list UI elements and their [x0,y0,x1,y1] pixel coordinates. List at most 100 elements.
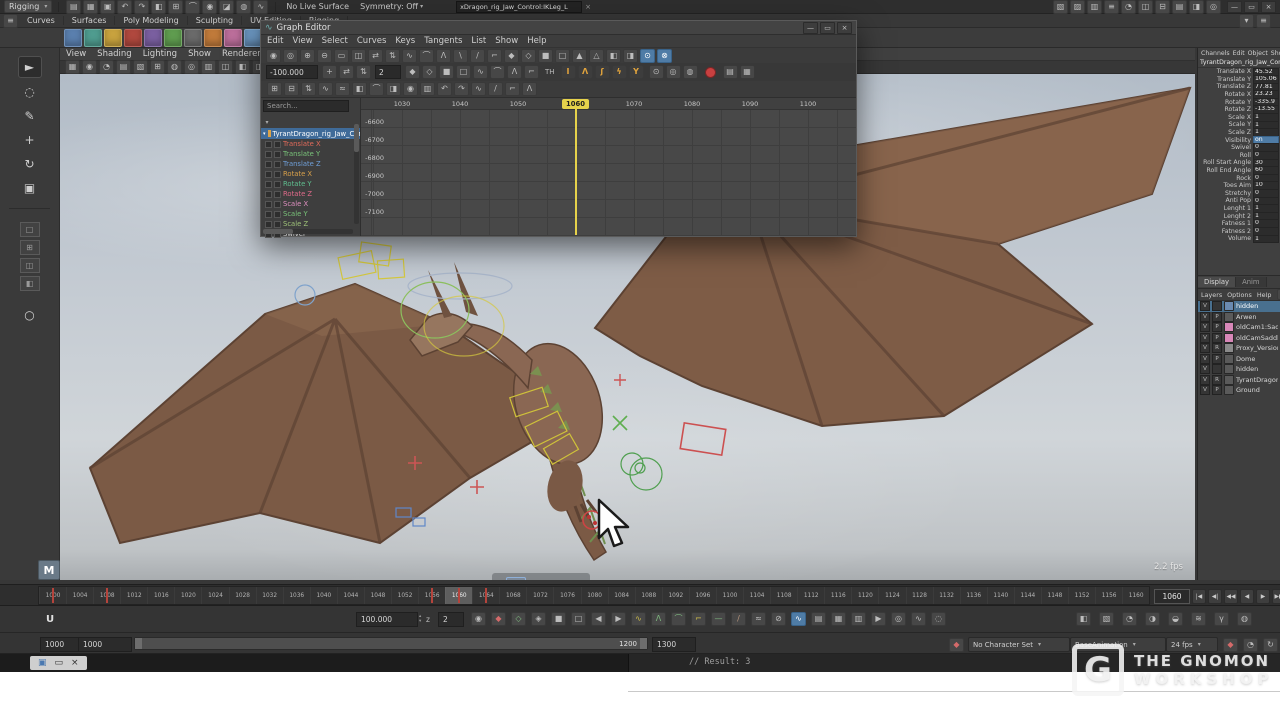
panel-menu[interactable]: Show [188,49,211,59]
lasso-tool-icon[interactable]: ◌ [19,82,41,102]
camera-attributes-icon[interactable]: ◔ [99,60,114,74]
display-layers-icon[interactable]: ≡ [1104,0,1119,14]
current-frame-field[interactable]: 1060 [1154,589,1190,604]
insert-keys-icon[interactable]: ◎ [283,49,298,63]
shelf-tool-icon[interactable] [184,29,202,47]
in-view-editor[interactable]: ▭ ▥ ◨ × [492,573,590,580]
mute-channel-icon[interactable]: ■ [439,65,454,79]
menu-set-dropdown[interactable]: Rigging ▾ [4,0,52,13]
plateau-tangent-icon[interactable]: Υ [629,65,644,79]
close-window-icon[interactable]: × [837,22,852,34]
lattice-deform-keys-icon[interactable]: ⊖ [317,49,332,63]
new-scene-icon[interactable]: ▤ [66,0,81,14]
channel-mute-toggle[interactable] [265,211,272,218]
vertical-scrollbar[interactable] [354,124,359,224]
frame-tick[interactable]: 1084 [608,587,635,604]
frame-playback-icon[interactable]: ⇅ [385,49,400,63]
frame-tick[interactable]: 1120 [851,587,878,604]
expander-icon[interactable]: ▾ [263,131,266,137]
scale-tool-icon[interactable]: ▣ [19,178,41,198]
auto-tangent-icon[interactable]: / [731,612,746,626]
frame-tick[interactable]: 1100 [716,587,743,604]
persp-outliner-layout-icon[interactable]: ◫ [20,258,40,273]
channel-solo-toggle[interactable] [274,211,281,218]
gate-mask-icon[interactable]: ◫ [218,60,233,74]
frame-tick[interactable]: 1060 [445,587,472,604]
frame-tick[interactable]: 1044 [337,587,364,604]
frame-tick[interactable]: 1096 [689,587,716,604]
display-infinity-icon[interactable]: ∿ [318,82,333,96]
frame-tick[interactable]: 1032 [256,587,283,604]
play-forward-button[interactable]: ▶ [1256,589,1270,604]
layer-visibility-toggle[interactable]: V [1200,385,1210,395]
Rotate Z[interactable]: Rotate Z [261,189,360,199]
layer-color-swatch[interactable] [1224,333,1234,343]
two-pane-layout-icon[interactable]: ◧ [20,276,40,291]
graph-editor-plot-area[interactable]: 10301040105010601070108010901100 -6600-6… [361,98,856,236]
mute-record-icon[interactable] [705,67,716,78]
spin-down-icon[interactable]: ▾ [419,620,421,625]
linear-tangent-icon[interactable]: Λ [651,612,666,626]
snap-keys-icon[interactable]: ◆ [405,65,420,79]
Rotate Y[interactable]: Rotate Y [261,179,360,189]
tool-settings-toggle-icon[interactable]: ◎ [1206,0,1221,14]
channel-box-menu[interactable]: Channels [1201,50,1230,57]
layer-menu[interactable]: Options [1227,291,1252,299]
paint-select-tool-icon[interactable]: ✎ [19,106,41,126]
range-end-handle[interactable] [640,638,647,649]
z-value-field[interactable]: 2 [438,612,464,627]
filter-channels-icon[interactable]: ▥ [420,82,435,96]
channel-mute-toggle[interactable] [265,151,272,158]
Translate X[interactable]: Translate X [261,139,360,149]
move-key-icon[interactable]: + [322,65,337,79]
attribute-editor-toggle-icon[interactable]: ◨ [1189,0,1204,14]
restore-window-icon[interactable]: ▭ [1244,1,1259,13]
break-tangents-icon[interactable]: ▲ [572,49,587,63]
ghost-curve-icon[interactable]: Λ [507,65,522,79]
buffer-curve-snapshot-icon[interactable]: ■ [538,49,553,63]
add-keys-icon[interactable]: ⊕ [300,49,315,63]
frame-tick[interactable]: 1016 [147,587,174,604]
layer-display-type-toggle[interactable] [1212,364,1222,374]
frame-tick[interactable]: 1008 [93,587,120,604]
linear-extrapolation-icon[interactable]: / [488,82,503,96]
panel-menu[interactable]: Renderer [222,49,261,59]
shelf-tab[interactable]: Poly Modeling [115,16,187,25]
frame-tick[interactable]: 1160 [1122,587,1149,604]
channel-solo-toggle[interactable] [274,201,281,208]
frame-tick[interactable]: 1028 [229,587,256,604]
panel-menu[interactable]: View [66,49,86,59]
channel-box-menu[interactable]: Edit [1233,50,1245,57]
TyrantDragon_rig_...[interactable]: V R TyrantDragon_rig_... [1198,375,1280,386]
frame-tick[interactable]: 1020 [174,587,201,604]
graph-editor-menu[interactable]: View [292,36,312,46]
minimize-window-icon[interactable]: — [803,22,818,34]
four-pane-layout-icon[interactable]: ⊞ [20,240,40,255]
animation-prefs-icon[interactable]: ◔ [1121,0,1136,14]
frame-tick[interactable]: 1092 [662,587,689,604]
selection-mode-icon[interactable]: ◧ [151,0,166,14]
shelf-tab[interactable]: Curves [19,16,64,25]
undo-icon[interactable]: ↶ [117,0,132,14]
center-current-time-icon[interactable]: ∿ [402,49,417,63]
dope-sheet-toggle-icon[interactable]: ▤ [811,612,826,626]
snap-point-icon[interactable]: ◉ [202,0,217,14]
key-selected-icon[interactable]: ◇ [422,65,437,79]
frame-tick[interactable]: 1012 [120,587,147,604]
time-slider-track[interactable]: 1000100410081012101610201024102810321036… [38,586,1150,605]
linear-tangent-icon[interactable]: Λ [578,65,593,79]
frame-tick[interactable]: 1056 [418,587,445,604]
channel-solo-toggle[interactable] [274,161,281,168]
layer-menu[interactable]: Help [1257,291,1272,299]
command-line-area[interactable]: ▣▭× [0,654,628,672]
frame-tick[interactable]: 1036 [283,587,310,604]
magnifier-zoom-icon[interactable]: ○ [19,305,41,325]
graph-editor-window[interactable]: ∿ Graph Editor —▭× EditViewSelectCurvesK… [260,20,857,237]
channel-box-node-name[interactable]: TyrantDragon_rig_Jaw_Control:IKLeg [1198,58,1280,68]
frame-tick[interactable]: 1128 [906,587,933,604]
untemplate-channel-icon[interactable]: ⌒ [490,65,505,79]
graph-editor-menu[interactable]: List [471,36,486,46]
frame-tick[interactable]: 1148 [1041,587,1068,604]
channel-solo-toggle[interactable] [274,181,281,188]
channel-mute-toggle[interactable] [265,201,272,208]
